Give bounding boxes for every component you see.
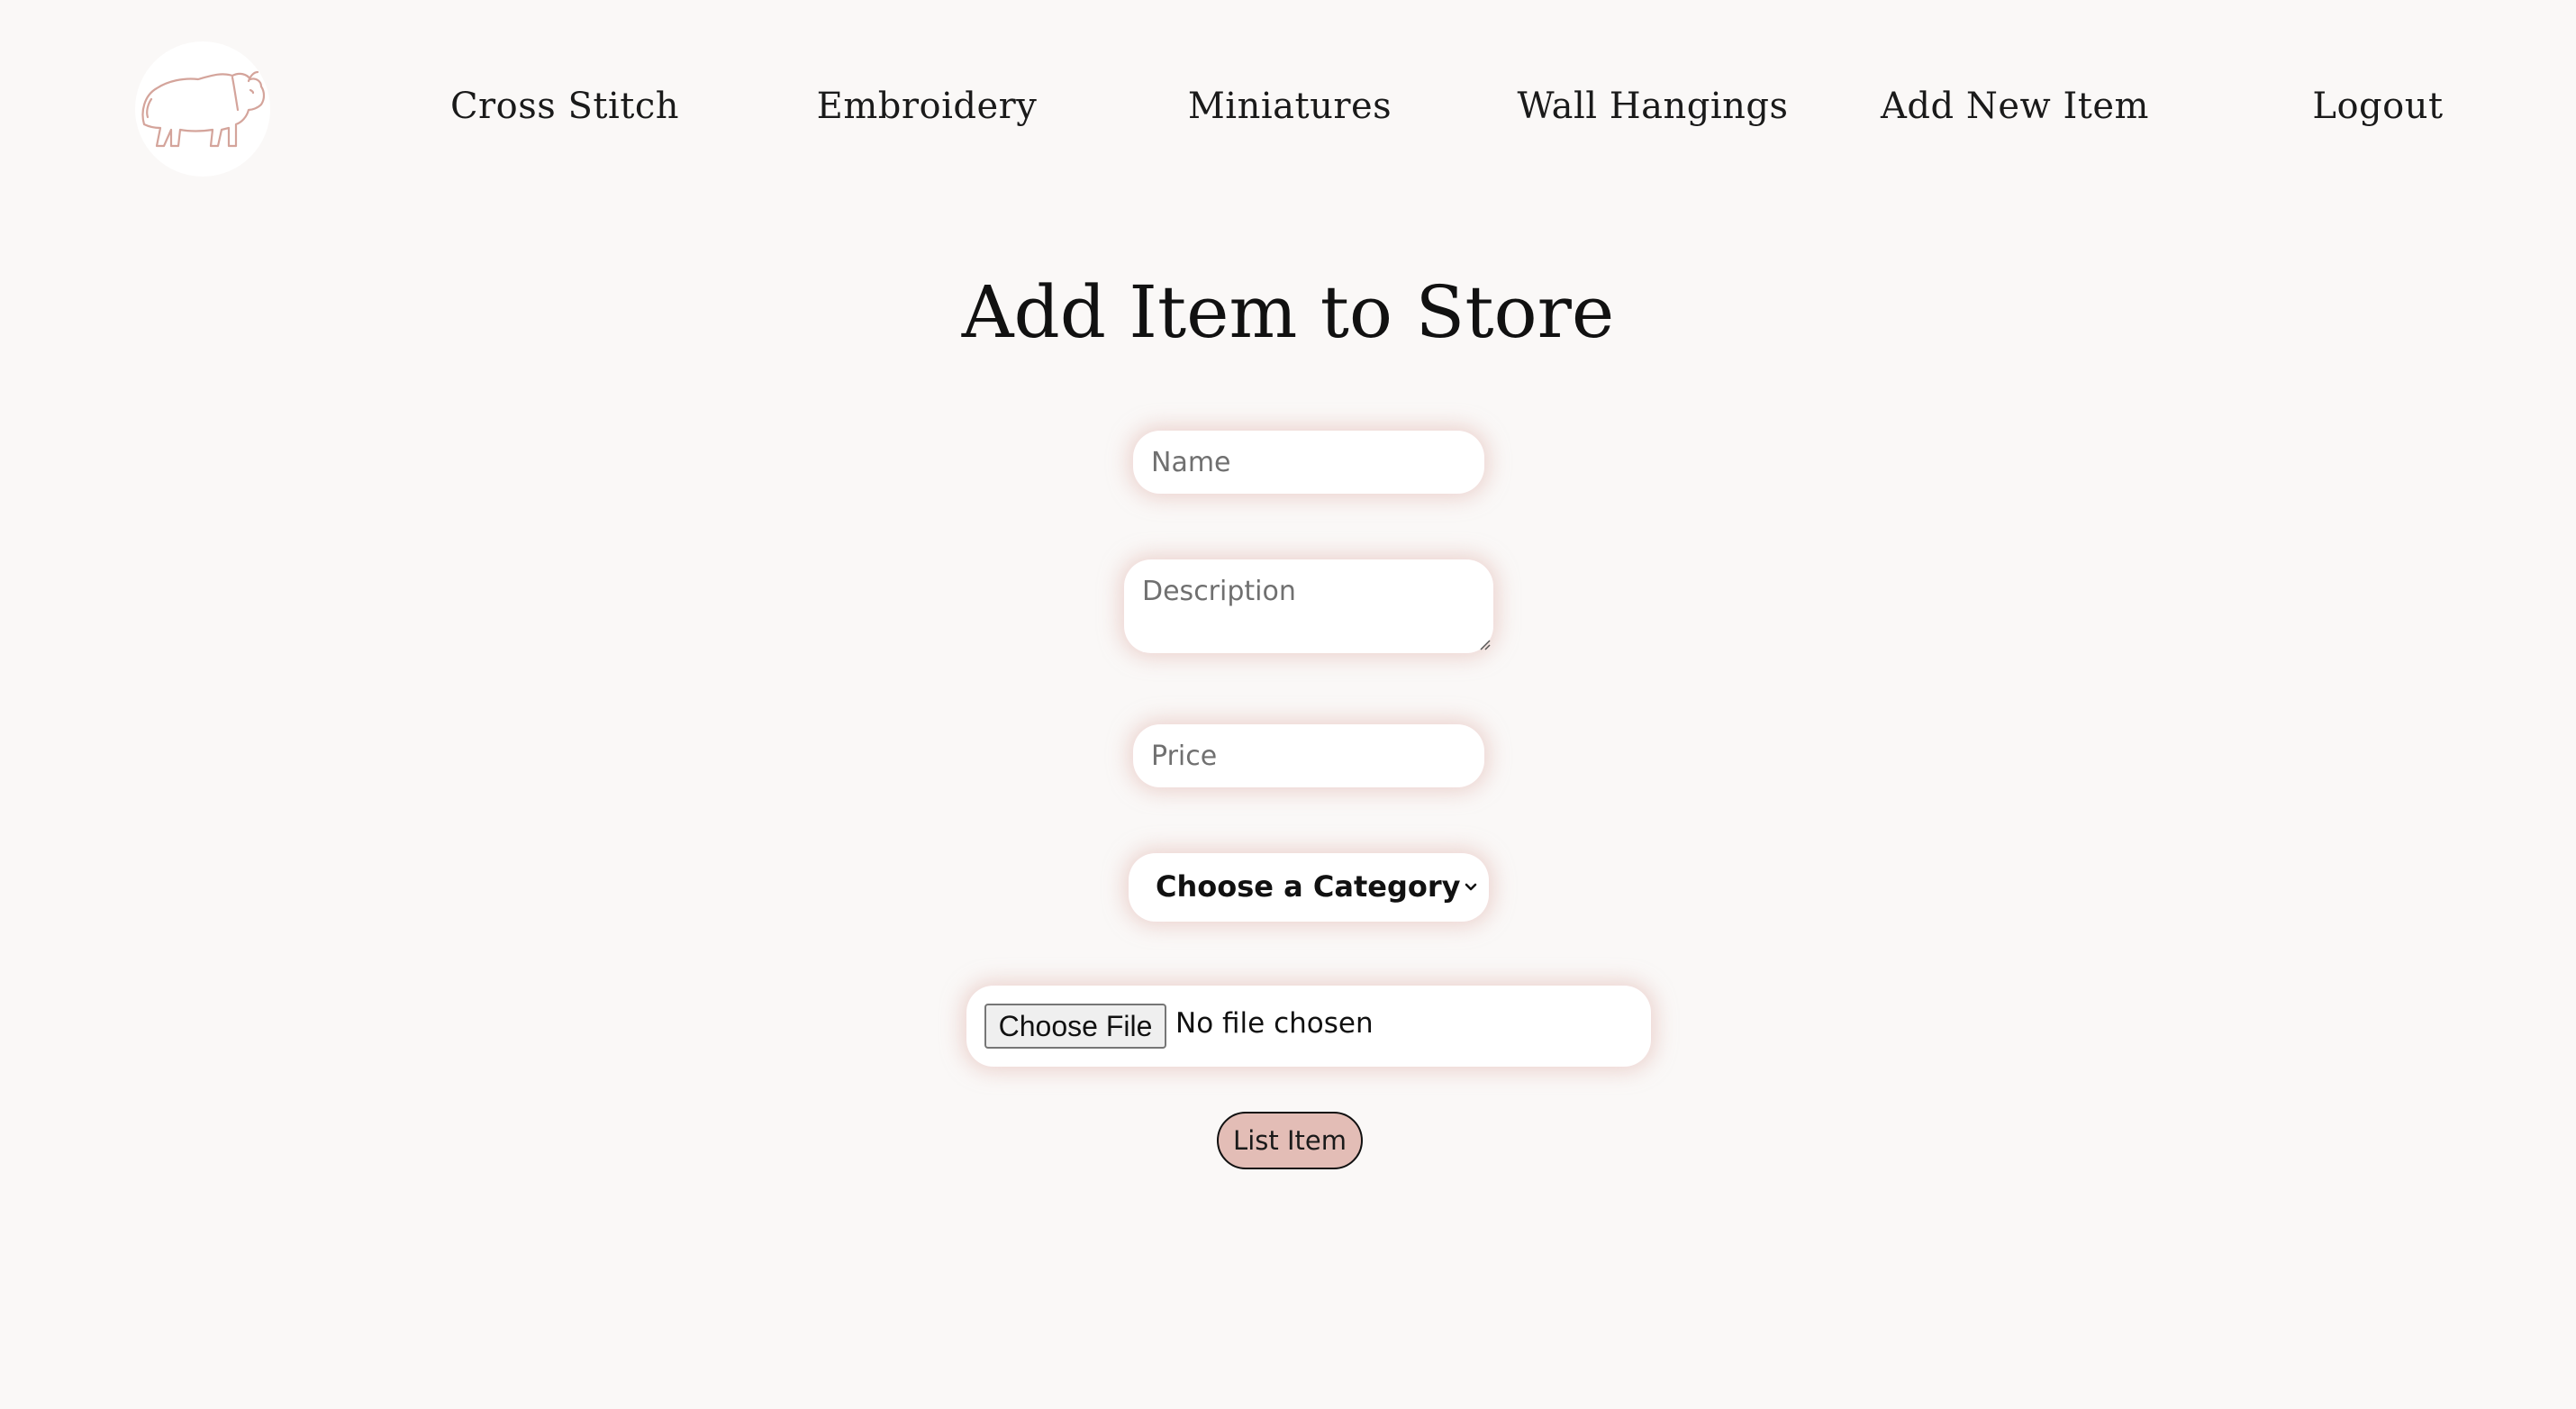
- choose-file-button[interactable]: Choose File: [984, 1004, 1166, 1049]
- nav-link-miniatures[interactable]: Miniatures: [1188, 86, 1392, 127]
- chevron-down-icon: [1465, 883, 1477, 891]
- resize-grip-icon[interactable]: [1477, 637, 1492, 651]
- file-status-text: No file chosen: [1175, 1007, 1374, 1040]
- nav-link-wall-hangings[interactable]: Wall Hangings: [1517, 86, 1788, 127]
- nav-link-embroidery[interactable]: Embroidery: [817, 86, 1038, 127]
- list-item-button[interactable]: List Item: [1217, 1112, 1363, 1169]
- category-select-value: Choose a Category: [1156, 869, 1461, 904]
- top-nav: Cross Stitch Embroidery Miniatures Wall …: [0, 0, 2576, 216]
- nav-link-add-new-item[interactable]: Add New Item: [1881, 86, 2149, 127]
- file-upload: Choose File No file chosen: [966, 986, 1651, 1067]
- bison-icon: [141, 70, 266, 148]
- category-select[interactable]: Choose a Category: [1129, 853, 1489, 922]
- name-input[interactable]: [1133, 431, 1484, 494]
- nav-link-cross-stitch[interactable]: Cross Stitch: [450, 86, 679, 127]
- price-input[interactable]: [1133, 724, 1484, 787]
- logo[interactable]: [135, 41, 270, 177]
- nav-link-logout[interactable]: Logout: [2312, 86, 2443, 127]
- description-textarea[interactable]: [1124, 559, 1493, 653]
- page-title: Add Item to Store: [961, 270, 1615, 354]
